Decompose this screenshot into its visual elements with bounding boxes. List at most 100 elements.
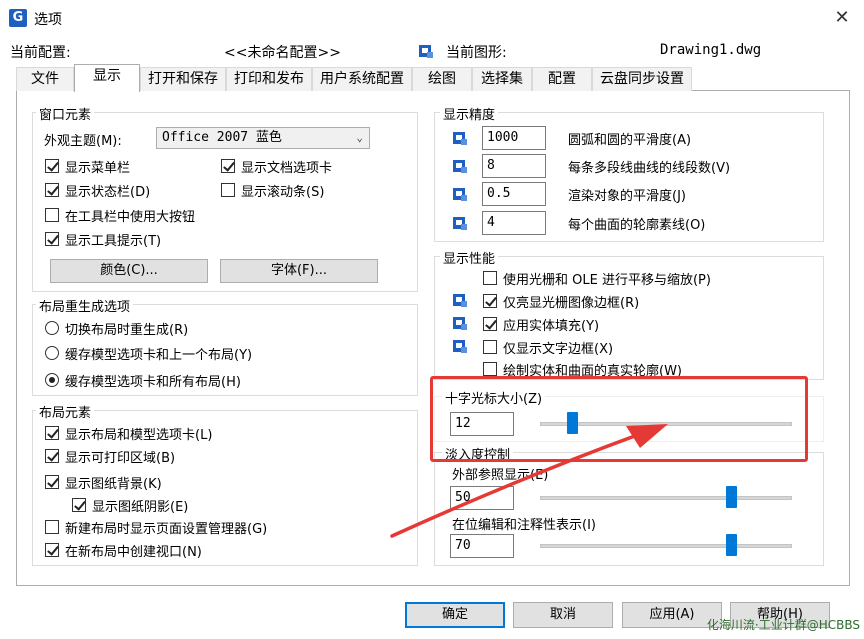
checkbox-label: 使用光栅和 OLE 进行平移与缩放(P)	[503, 272, 711, 288]
tab-selection[interactable]: 选择集	[472, 67, 532, 91]
checkbox-label: 仅显示文字边框(X)	[503, 341, 614, 357]
title-bar: G 选项 ✕	[0, 0, 864, 36]
close-button[interactable]: ✕	[824, 4, 860, 32]
checkbox-label: 新建布局时显示页面设置管理器(G)	[65, 521, 268, 537]
inplace-fade-slider-track[interactable]	[540, 544, 792, 548]
tab-files[interactable]: 文件	[16, 67, 74, 91]
tab-profiles[interactable]: 配置	[532, 67, 592, 91]
display-resolution-title: 显示精度	[440, 104, 499, 123]
layout-elements-title: 布局元素	[36, 402, 95, 421]
layout-regen-title: 布局重生成选项	[36, 296, 134, 315]
current-config-label: 当前配置:	[10, 45, 71, 61]
checkbox-label: 显示状态栏(D)	[65, 184, 151, 200]
large-buttons-checkbox[interactable]: 在工具栏中使用大按钮	[45, 205, 195, 225]
cancel-button[interactable]: 取消	[513, 602, 613, 628]
xref-fade-label: 外部参照显示(E)	[452, 468, 549, 483]
checkbox-box	[483, 340, 497, 354]
chevron-down-icon: ⌄	[356, 131, 363, 144]
checkbox-box	[45, 520, 59, 534]
show-page-setup-manager-checkbox[interactable]: 新建布局时显示页面设置管理器(G)	[45, 517, 267, 537]
window-elements-title: 窗口元素	[36, 104, 95, 123]
checkbox-box	[45, 475, 59, 489]
ok-button[interactable]: 确定	[405, 602, 505, 628]
contour-lines-label: 每个曲面的轮廓素线(O)	[568, 218, 706, 233]
theme-label: 外观主题(M):	[44, 134, 122, 149]
theme-select[interactable]: Office 2007 蓝色 ⌄	[156, 127, 370, 149]
checkbox-box	[45, 232, 59, 246]
checkbox-label: 仅亮显光栅图像边框(R)	[503, 295, 640, 311]
checkbox-box	[45, 426, 59, 440]
checkbox-label: 显示图纸阴影(E)	[92, 499, 189, 515]
checkbox-box	[483, 271, 497, 285]
inplace-fade-label: 在位编辑和注释性表示(I)	[452, 518, 596, 533]
checkbox-box	[221, 159, 235, 173]
tab-open-save[interactable]: 打开和保存	[140, 67, 226, 91]
tab-display[interactable]: 显示	[74, 64, 140, 92]
radio-circle	[45, 321, 59, 335]
checkbox-box	[72, 498, 86, 512]
window-title: 选项	[34, 12, 62, 28]
display-performance-title: 显示性能	[440, 248, 499, 267]
tab-user-preferences[interactable]: 用户系统配置	[312, 67, 412, 91]
drawing-saved-icon	[453, 217, 467, 230]
watermark-text: 化海川流·工业计群@HCBBS	[706, 618, 860, 632]
radio-label: 缓存模型选项卡和所有布局(H)	[65, 374, 241, 390]
radio-label: 缓存模型选项卡和上一个布局(Y)	[65, 347, 253, 363]
checkbox-label: 应用实体填充(Y)	[503, 318, 600, 334]
inplace-fade-slider-thumb[interactable]	[726, 534, 737, 556]
xref-fade-slider-track[interactable]	[540, 496, 792, 500]
polyline-segments-input[interactable]: 8	[482, 154, 546, 178]
xref-fade-slider-thumb[interactable]	[726, 486, 737, 508]
show-layout-tabs-checkbox[interactable]: 显示布局和模型选项卡(L)	[45, 423, 212, 443]
contour-lines-input[interactable]: 4	[482, 211, 546, 235]
arc-smoothness-input[interactable]: 1000	[482, 126, 546, 150]
tab-drafting[interactable]: 绘图	[412, 67, 472, 91]
show-paper-background-checkbox[interactable]: 显示图纸背景(K)	[45, 472, 162, 492]
drawing-saved-icon	[453, 317, 467, 330]
checkbox-label: 显示滚动条(S)	[241, 184, 325, 200]
solid-fill-checkbox[interactable]: 应用实体填充(Y)	[483, 314, 599, 334]
render-smoothness-input[interactable]: 0.5	[482, 182, 546, 206]
tab-cloud-sync[interactable]: 云盘同步设置	[592, 67, 692, 91]
raster-ole-pan-checkbox[interactable]: 使用光栅和 OLE 进行平移与缩放(P)	[483, 268, 711, 288]
drawing-saved-icon	[453, 294, 467, 307]
show-scrollbars-checkbox[interactable]: 显示滚动条(S)	[221, 180, 324, 200]
create-viewport-checkbox[interactable]: 在新布局中创建视口(N)	[45, 540, 202, 560]
show-tooltips-checkbox[interactable]: 显示工具提示(T)	[45, 229, 161, 249]
show-doc-tabs-checkbox[interactable]: 显示文档选项卡	[221, 156, 332, 176]
current-drawing-label: 当前图形:	[446, 45, 507, 61]
app-logo-icon: G	[9, 9, 27, 27]
cache-model-last-radio[interactable]: 缓存模型选项卡和上一个布局(Y)	[45, 343, 252, 363]
show-statusbar-checkbox[interactable]: 显示状态栏(D)	[45, 180, 150, 200]
current-config-value: <<未命名配置>>	[224, 45, 341, 61]
drawing-saved-icon	[453, 132, 467, 145]
colors-button[interactable]: 颜色(C)...	[50, 259, 208, 283]
show-menubar-checkbox[interactable]: 显示菜单栏	[45, 156, 130, 176]
cache-model-all-radio[interactable]: 缓存模型选项卡和所有布局(H)	[45, 370, 241, 390]
show-printable-area-checkbox[interactable]: 显示可打印区域(B)	[45, 446, 175, 466]
regen-on-switch-radio[interactable]: 切换布局时重生成(R)	[45, 318, 188, 338]
raster-frame-highlight-checkbox[interactable]: 仅亮显光栅图像边框(R)	[483, 291, 639, 311]
checkbox-box	[483, 317, 497, 331]
theme-select-value: Office 2007 蓝色	[162, 130, 282, 145]
fonts-button[interactable]: 字体(F)...	[220, 259, 378, 283]
radio-circle	[45, 346, 59, 360]
checkbox-label: 在新布局中创建视口(N)	[65, 544, 202, 560]
checkbox-label: 在工具栏中使用大按钮	[65, 209, 196, 225]
checkbox-box	[45, 543, 59, 557]
inplace-fade-input[interactable]: 70	[450, 534, 514, 558]
checkbox-label: 显示工具提示(T)	[65, 233, 162, 249]
checkbox-label: 显示图纸背景(K)	[65, 476, 162, 492]
current-drawing-value: Drawing1.dwg	[660, 42, 762, 58]
drawing-saved-icon	[453, 340, 467, 353]
polyline-segments-label: 每条多段线曲线的线段数(V)	[568, 161, 731, 176]
xref-fade-input[interactable]: 50	[450, 486, 514, 510]
drawing-icon	[419, 45, 433, 58]
radio-circle	[45, 373, 59, 387]
text-frame-only-checkbox[interactable]: 仅显示文字边框(X)	[483, 337, 613, 357]
tab-plot-publish[interactable]: 打印和发布	[226, 67, 312, 91]
drawing-saved-icon	[453, 160, 467, 173]
drawing-saved-icon	[453, 188, 467, 201]
show-paper-shadow-checkbox[interactable]: 显示图纸阴影(E)	[72, 495, 188, 515]
checkbox-box	[45, 159, 59, 173]
